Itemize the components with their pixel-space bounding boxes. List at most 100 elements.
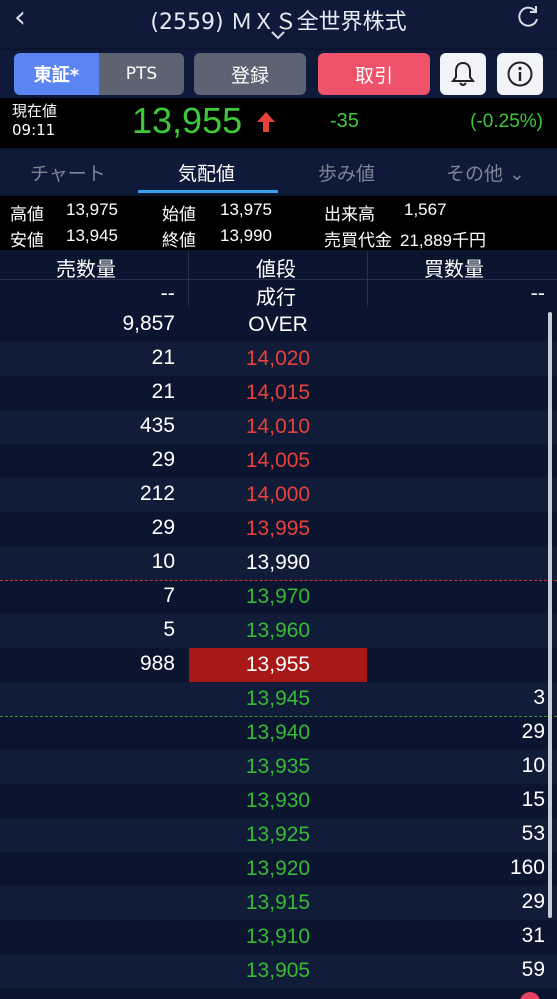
table-row[interactable]: 13,905 59 (0, 954, 557, 988)
header-divider (0, 279, 557, 280)
current-price-label: 現在値 09:11 (12, 102, 57, 140)
sell-qty[interactable]: 29 (152, 516, 175, 540)
buy-qty[interactable]: 31 (522, 924, 545, 948)
sell-qty[interactable]: 29 (152, 448, 175, 472)
table-row[interactable]: 988 13,955 (0, 648, 557, 682)
table-row[interactable]: 13,940 29 (0, 716, 557, 750)
tab-chart[interactable]: チャート (30, 159, 106, 186)
sell-qty[interactable]: 21 (152, 380, 175, 404)
buy-qty[interactable]: 53 (522, 822, 545, 846)
market-buy-qty: -- (530, 281, 545, 305)
price-change: -35 (330, 110, 359, 132)
price-level[interactable]: 13,905 (189, 954, 367, 988)
table-row[interactable]: 435 14,010 (0, 410, 557, 444)
bell-icon (451, 61, 475, 86)
sell-qty[interactable]: 5 (163, 618, 175, 642)
tab-other[interactable]: その他 ⌄ (446, 159, 525, 186)
price-level[interactable]: 13,940 (189, 716, 367, 750)
volume-label: 出来高 (324, 205, 375, 224)
open-value: 13,975 (220, 200, 272, 219)
tab-time-and-sales[interactable]: 歩み値 (318, 159, 375, 186)
buy-qty[interactable]: 160 (510, 856, 545, 880)
market-pts-button[interactable]: PTS (99, 53, 184, 95)
buy-qty-header: 買数量 (424, 257, 484, 281)
price-level[interactable]: 13,995 (189, 512, 367, 546)
price-time: 09:11 (12, 121, 56, 139)
table-row[interactable]: 9,857 OVER (0, 308, 557, 342)
price-level[interactable]: 13,930 (189, 784, 367, 818)
volume-value: 1,567 (404, 200, 447, 219)
sell-qty[interactable]: 10 (152, 550, 175, 574)
table-row[interactable]: 7 13,970 (0, 580, 557, 614)
price-level[interactable]: 14,010 (189, 410, 367, 444)
table-row[interactable]: 13,915 29 (0, 886, 557, 920)
alert-button[interactable] (440, 53, 486, 95)
buy-qty[interactable]: 3 (533, 686, 545, 710)
active-tab-indicator (138, 190, 278, 193)
table-row[interactable]: 13,910 31 (0, 920, 557, 954)
book-header: 売数量 値段 買数量 -- 成行 -- (0, 251, 557, 309)
high-value: 13,975 (66, 200, 118, 219)
price-level[interactable]: 14,000 (189, 478, 367, 512)
market-tse-button[interactable]: 東証* (14, 53, 99, 95)
arrow-up-icon (257, 112, 275, 132)
price-level[interactable]: 14,020 (189, 342, 367, 376)
sell-qty[interactable]: 9,857 (122, 312, 175, 336)
turnover-value: 21,889千円 (400, 231, 486, 250)
price-level[interactable]: 13,970 (189, 580, 367, 614)
col-divider-right (367, 251, 368, 307)
table-row[interactable]: 5 13,960 (0, 614, 557, 648)
trade-button[interactable]: 取引 (318, 53, 430, 95)
order-book[interactable]: 9,857 OVER 21 14,020 21 14,015 435 14,010 29 14,0… (0, 308, 557, 999)
scrollbar[interactable] (548, 312, 552, 918)
table-row[interactable]: 13,945 3 (0, 682, 557, 716)
tab-quote[interactable]: 気配値 (178, 159, 235, 186)
price-level[interactable]: 13,955 (189, 648, 367, 682)
chevron-down-icon[interactable] (268, 27, 288, 43)
table-row[interactable]: 29 13,995 (0, 512, 557, 546)
price-level[interactable]: 13,920 (189, 852, 367, 886)
table-row[interactable]: 212 14,000 (0, 478, 557, 512)
price-change-percent: (-0.25%) (470, 111, 543, 132)
current-price-bar: 現在値 09:11 13,955 -35 (-0.25%) (0, 98, 557, 148)
table-row[interactable]: 13,925 53 (0, 818, 557, 852)
tab-bar: チャート 気配値 歩み値 その他 ⌄ (0, 150, 557, 194)
table-row[interactable]: 21 14,020 (0, 342, 557, 376)
price-level[interactable]: 13,945 (189, 682, 367, 716)
register-button[interactable]: 登録 (194, 53, 306, 95)
sell-qty[interactable]: 7 (163, 584, 175, 608)
table-row[interactable]: 10 13,990 (0, 546, 557, 580)
price-level[interactable]: 13,990 (189, 546, 367, 580)
price-level[interactable]: 13,935 (189, 750, 367, 784)
price-level[interactable]: 13,925 (189, 818, 367, 852)
app-header: ‹ (2559) ＭＸＳ全世界株式 (0, 0, 557, 48)
ask-divider (0, 580, 557, 581)
low-label: 安値 (10, 231, 44, 250)
close-label: 終値 (162, 231, 196, 250)
price-level[interactable]: 14,015 (189, 376, 367, 410)
price-level[interactable]: 13,915 (189, 886, 367, 920)
table-row[interactable]: 29 14,005 (0, 444, 557, 478)
table-row[interactable]: 21 14,015 (0, 376, 557, 410)
buy-qty[interactable]: 29 (522, 720, 545, 744)
sell-qty[interactable]: 212 (140, 482, 175, 506)
table-row[interactable]: 13,920 160 (0, 852, 557, 886)
refresh-icon[interactable] (515, 4, 541, 30)
price-level[interactable]: 13,910 (189, 920, 367, 954)
buy-qty[interactable]: 10 (522, 754, 545, 778)
sell-qty[interactable]: 21 (152, 346, 175, 370)
info-button[interactable] (497, 53, 543, 95)
table-row[interactable]: 13,930 15 (0, 784, 557, 818)
buy-qty[interactable]: 59 (522, 958, 545, 982)
buy-qty[interactable]: 29 (522, 890, 545, 914)
high-label: 高値 (10, 205, 44, 224)
price-level[interactable]: 14,005 (189, 444, 367, 478)
buy-qty[interactable]: 15 (522, 788, 545, 812)
price-level[interactable]: 13,960 (189, 614, 367, 648)
market-sell-qty: -- (160, 281, 175, 305)
close-value: 13,990 (220, 226, 272, 245)
sell-qty[interactable]: 988 (140, 652, 175, 676)
price-level[interactable]: OVER (189, 308, 367, 342)
sell-qty[interactable]: 435 (140, 414, 175, 438)
table-row[interactable]: 13,935 10 (0, 750, 557, 784)
